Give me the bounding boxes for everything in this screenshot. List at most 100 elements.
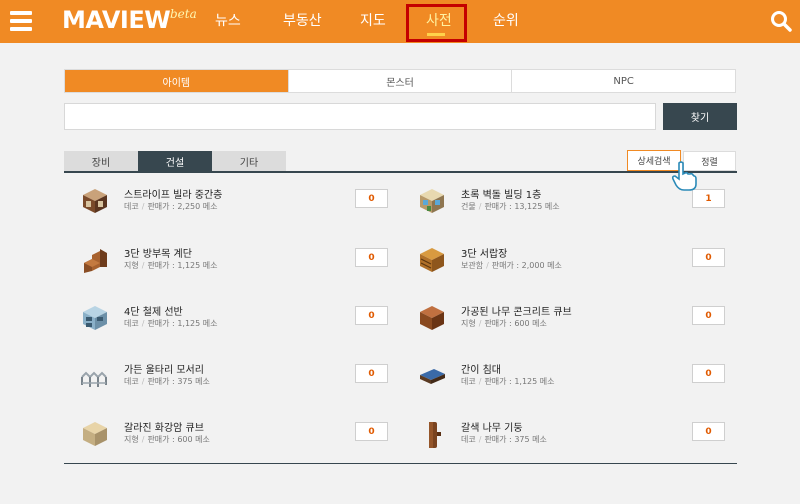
item-meta: 데코 / 판매가 : 1,125 메소: [124, 319, 218, 328]
item-price: 600 메소: [514, 319, 547, 328]
item-name: 초록 벽돌 빌딩 1층: [461, 190, 542, 201]
item-name: 간이 침대: [461, 365, 501, 376]
item-price: 2,250 메소: [177, 202, 218, 211]
list-item[interactable]: 3단 방부목 계단 지형 / 판매가 : 1,125 메소 0: [70, 241, 400, 285]
main-tabs: 아이템 몬스터 NPC: [64, 69, 736, 93]
item-category: 건물: [461, 202, 476, 211]
list-item[interactable]: 갈라진 화강암 큐브 지형 / 판매가 : 600 메소 0: [70, 415, 400, 459]
item-meta: 지형 / 판매가 : 1,125 메소: [124, 261, 218, 270]
steel-shelf-icon: [83, 306, 107, 330]
item-meta: 데코 / 판매가 : 375 메소: [461, 435, 547, 444]
item-price-label: 판매가 :: [147, 202, 175, 211]
category-tabs: 장비 건설 기타: [64, 151, 286, 171]
item-meta: 건물 / 판매가 : 13,125 메소: [461, 202, 560, 211]
item-price: 2,000 메소: [521, 261, 562, 270]
item-category: 데코: [461, 435, 476, 444]
item-price-label: 판매가 :: [484, 377, 512, 386]
wood-stairs-icon: [84, 249, 107, 273]
list-item[interactable]: 스트라이프 빌라 중간층 데코 / 판매가 : 2,250 메소 0: [70, 182, 400, 226]
simple-bed-icon: [420, 369, 445, 384]
list-top-divider: [64, 171, 737, 173]
striped-villa-icon: [83, 189, 107, 213]
item-count-badge: 0: [692, 248, 725, 267]
item-count-badge: 0: [692, 364, 725, 383]
item-category: 데코: [461, 377, 476, 386]
garden-fence-corner-icon: [81, 371, 107, 387]
item-category: 데코: [124, 202, 139, 211]
item-price-label: 판매가 :: [147, 261, 175, 270]
item-price-label: 판매가 :: [484, 435, 512, 444]
tab-construction[interactable]: 건설: [138, 151, 212, 171]
item-price-label: 판매가 :: [147, 435, 175, 444]
hand-cursor-icon: [671, 161, 697, 191]
wood-concrete-cube-icon: [420, 306, 444, 330]
item-price: 13,125 메소: [514, 202, 560, 211]
logo[interactable]: MAVIEW: [62, 6, 171, 34]
tab-items[interactable]: 아이템: [65, 70, 288, 92]
item-price: 600 메소: [177, 435, 210, 444]
item-price-label: 판매가 :: [484, 319, 512, 328]
list-item[interactable]: 3단 서랍장 보관함 / 판매가 : 2,000 메소 0: [407, 241, 737, 285]
brown-wood-pillar-icon: [429, 422, 441, 448]
item-price: 1,125 메소: [177, 319, 218, 328]
item-category: 지형: [124, 261, 139, 270]
item-meta: 데코 / 판매가 : 2,250 메소: [124, 202, 218, 211]
item-count-badge: 0: [692, 306, 725, 325]
item-price: 1,125 메소: [177, 261, 218, 270]
search-icon[interactable]: [770, 10, 792, 32]
item-name: 가든 울타리 모서리: [124, 365, 204, 376]
item-count-badge: 0: [355, 248, 388, 267]
nav-active-underline: [427, 33, 445, 36]
item-count-badge: 0: [355, 364, 388, 383]
item-price-label: 판매가 :: [491, 261, 520, 270]
nav-map[interactable]: 지도: [360, 10, 386, 30]
hamburger-menu-icon[interactable]: [10, 11, 32, 31]
item-name: 3단 서랍장: [461, 249, 508, 260]
item-price: 375 메소: [177, 377, 210, 386]
item-price: 375 메소: [514, 435, 547, 444]
logo-beta-badge: beta: [170, 7, 197, 21]
item-count-badge: 0: [355, 189, 388, 208]
item-price-label: 판매가 :: [147, 319, 175, 328]
tab-monsters[interactable]: 몬스터: [287, 70, 512, 92]
list-bottom-divider: [64, 463, 737, 464]
item-name: 갈라진 화강암 큐브: [124, 423, 204, 434]
nav-ranking[interactable]: 순위: [493, 10, 519, 30]
drawer-chest-icon: [420, 248, 444, 272]
item-name: 갈색 나무 기둥: [461, 423, 523, 434]
item-category: 데코: [124, 377, 139, 386]
item-name: 스트라이프 빌라 중간층: [124, 190, 223, 201]
list-item[interactable]: 4단 철제 선반 데코 / 판매가 : 1,125 메소 0: [70, 299, 400, 343]
tab-equipment[interactable]: 장비: [64, 151, 138, 171]
tab-other[interactable]: 기타: [212, 151, 286, 171]
item-price: 1,125 메소: [514, 377, 555, 386]
top-header: MAVIEW beta 뉴스 부동산 지도 사전 순위: [0, 0, 800, 43]
search-button[interactable]: 찾기: [663, 103, 737, 130]
item-name: 4단 철제 선반: [124, 307, 183, 318]
item-price-label: 판매가 :: [484, 202, 512, 211]
search-input[interactable]: [64, 103, 656, 130]
nav-news[interactable]: 뉴스: [215, 10, 241, 30]
list-item[interactable]: 가든 울타리 모서리 데코 / 판매가 : 375 메소 0: [70, 357, 400, 401]
nav-dictionary[interactable]: 사전: [426, 10, 452, 30]
tab-npc[interactable]: NPC: [511, 70, 735, 92]
item-count-badge: 0: [355, 306, 388, 325]
item-price-label: 판매가 :: [147, 377, 175, 386]
item-meta: 데코 / 판매가 : 375 메소: [124, 377, 210, 386]
item-name: 3단 방부목 계단: [124, 249, 192, 260]
item-category: 보관함: [461, 261, 484, 270]
item-meta: 보관함 / 판매가 : 2,000 메소: [461, 261, 562, 270]
item-name: 가공된 나무 콘크리트 큐브: [461, 307, 572, 318]
green-brick-building-icon: [420, 189, 444, 213]
item-meta: 지형 / 판매가 : 600 메소: [124, 435, 210, 444]
item-category: 지형: [461, 319, 476, 328]
list-item[interactable]: 갈색 나무 기둥 데코 / 판매가 : 375 메소 0: [407, 415, 737, 459]
cracked-granite-cube-icon: [83, 422, 107, 446]
item-category: 지형: [124, 435, 139, 444]
nav-real-estate[interactable]: 부동산: [283, 10, 322, 30]
list-item[interactable]: 간이 침대 데코 / 판매가 : 1,125 메소 0: [407, 357, 737, 401]
item-count-badge: 0: [692, 422, 725, 441]
item-category: 데코: [124, 319, 139, 328]
list-item[interactable]: 가공된 나무 콘크리트 큐브 지형 / 판매가 : 600 메소 0: [407, 299, 737, 343]
item-count-badge: 0: [355, 422, 388, 441]
